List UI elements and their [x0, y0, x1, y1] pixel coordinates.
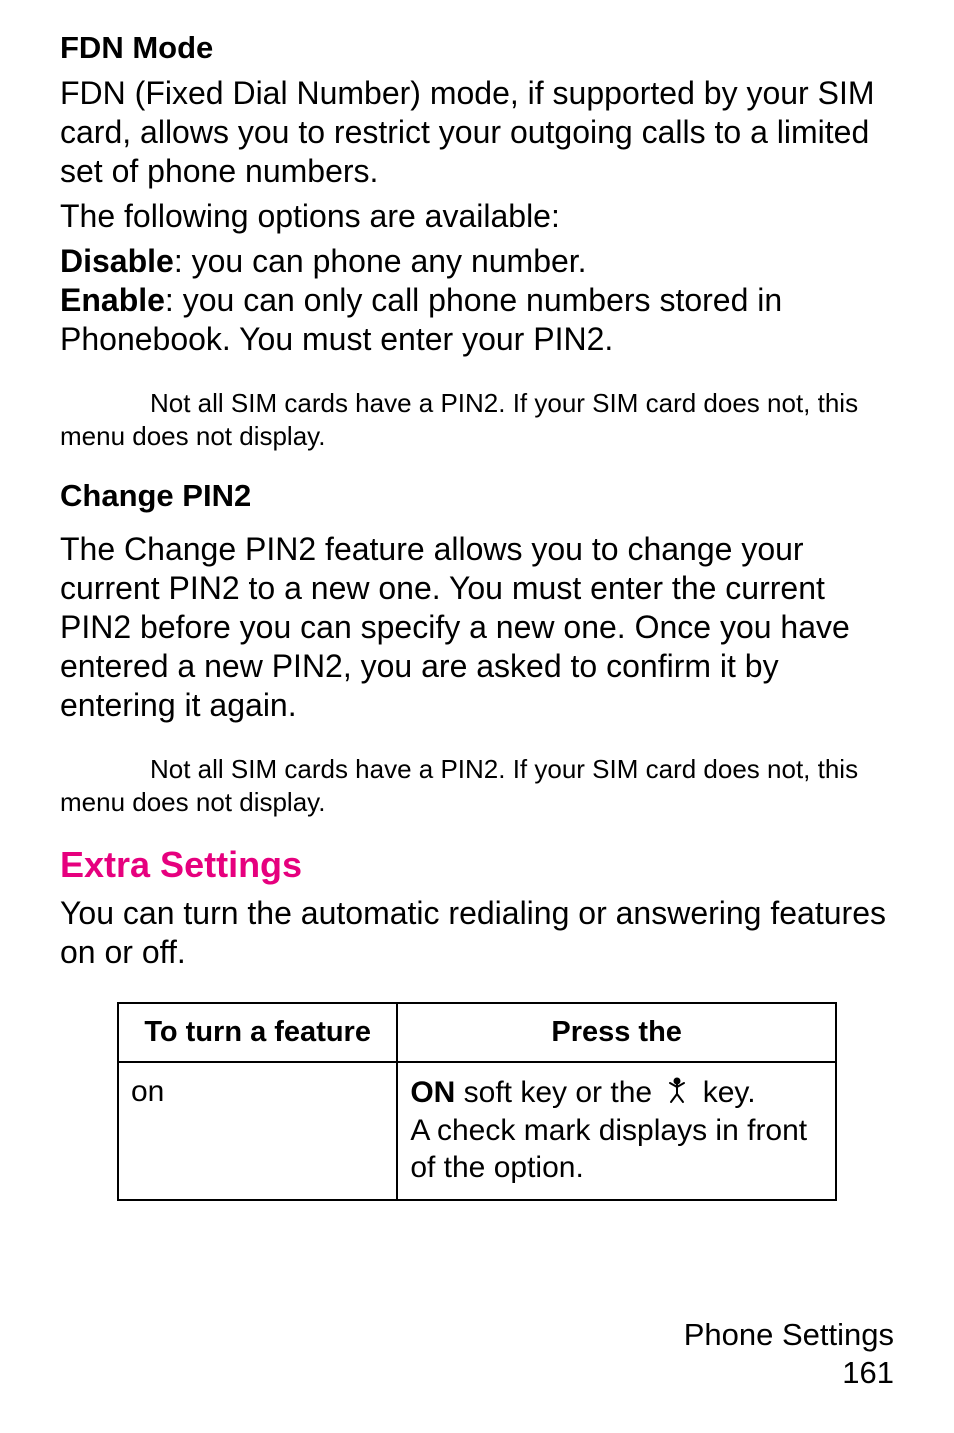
footer-section: Phone Settings: [684, 1316, 894, 1355]
th-press: Press the: [397, 1003, 836, 1062]
text-disable-desc: : you can phone any number.: [174, 243, 587, 279]
label-on-softkey: ON: [410, 1076, 455, 1109]
cell-feature-on: on: [118, 1062, 397, 1199]
table-header-row: To turn a feature Press the: [118, 1003, 836, 1062]
heading-extra-settings: Extra Settings: [60, 844, 894, 886]
label-disable: Disable: [60, 243, 174, 279]
th-feature: To turn a feature: [118, 1003, 397, 1062]
note-fdn-text: Not all SIM cards have a PIN2. If your S…: [60, 388, 858, 451]
feature-table: To turn a feature Press the on ON soft k…: [117, 1002, 837, 1200]
text-fdn-enable: Enable: you can only call phone numbers …: [60, 281, 894, 359]
text-fdn-p2: The following options are available:: [60, 197, 894, 236]
text-fdn-p1: FDN (Fixed Dial Number) mode, if support…: [60, 74, 894, 191]
footer-page-number: 161: [684, 1354, 894, 1393]
stick-figure-icon: [664, 1076, 690, 1114]
heading-fdn-mode: FDN Mode: [60, 30, 894, 66]
text-extra-p1: You can turn the automatic redialing or …: [60, 894, 894, 972]
note-changepin2-text: Not all SIM cards have a PIN2. If your S…: [60, 754, 858, 817]
text-softkey-post: key.: [694, 1076, 755, 1109]
note-changepin2: Not all SIM cards have a PIN2. If your S…: [60, 753, 894, 818]
cell-line1: ON soft key or the key.: [410, 1075, 823, 1113]
page-footer: Phone Settings 161: [684, 1316, 894, 1394]
text-enable-desc: : you can only call phone numbers stored…: [60, 282, 782, 357]
heading-change-pin2: Change PIN2: [60, 478, 894, 514]
cell-press-on: ON soft key or the key. A check mark dis…: [397, 1062, 836, 1199]
text-fdn-disable: Disable: you can phone any number.: [60, 242, 894, 281]
note-fdn: Not all SIM cards have a PIN2. If your S…: [60, 387, 894, 452]
label-enable: Enable: [60, 282, 165, 318]
table-row: on ON soft key or the key. A check mark …: [118, 1062, 836, 1199]
cell-line2: A check mark displays in front of the op…: [410, 1113, 823, 1186]
text-changepin2-p1: The Change PIN2 feature allows you to ch…: [60, 530, 894, 725]
text-softkey-pre: soft key or the: [455, 1076, 660, 1109]
